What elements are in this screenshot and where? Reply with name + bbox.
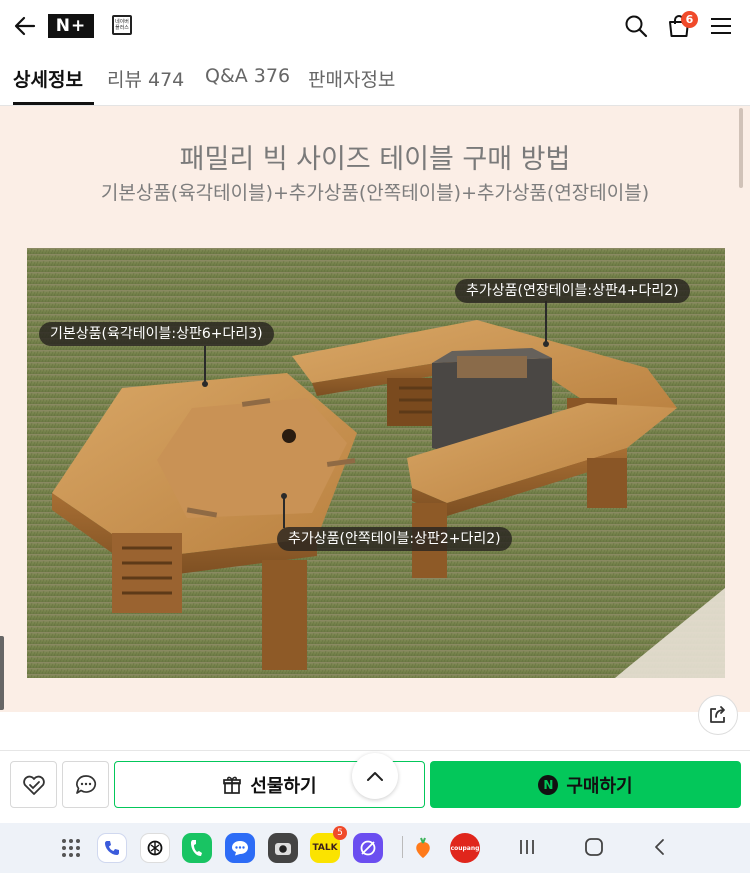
- internet-app-icon[interactable]: [353, 833, 383, 863]
- buy-button-label: 구매하기: [566, 775, 633, 797]
- brand-label: N+: [55, 16, 87, 36]
- detail-title: 패밀리 빅 사이즈 테이블 구매 방법: [179, 144, 571, 175]
- label-extension-table: 추가상품(연장테이블:상판4+다리2): [455, 279, 690, 303]
- call-app-icon[interactable]: [182, 833, 212, 863]
- label-base-table: 기본상품(육각테이블:상판6+다리3): [39, 322, 274, 346]
- gift-icon: [223, 776, 242, 794]
- share-button[interactable]: [698, 695, 738, 735]
- dock-divider: [402, 836, 403, 858]
- tab-reviews[interactable]: 리뷰 474: [107, 65, 184, 92]
- wishlist-button[interactable]: [10, 761, 57, 808]
- edge-panel-handle[interactable]: [0, 636, 4, 710]
- content-bottom-spacer: [0, 712, 750, 750]
- app-drawer-icon[interactable]: [60, 837, 82, 859]
- store-icon[interactable]: 네이버 플러스: [112, 15, 132, 35]
- carrot-market-app-icon[interactable]: [408, 833, 438, 863]
- gift-button-label: 선물하기: [250, 775, 317, 797]
- cart-count-badge: 6: [681, 11, 698, 28]
- kakaotalk-badge: 5: [333, 826, 347, 840]
- active-tab-indicator: [13, 102, 94, 105]
- buy-button[interactable]: N 구매하기: [430, 761, 741, 808]
- tab-detail[interactable]: 상세정보: [13, 65, 83, 92]
- chevron-up-icon: [367, 772, 383, 781]
- nav-back-icon[interactable]: [649, 836, 671, 858]
- tab-qna[interactable]: Q&A 376: [205, 65, 290, 87]
- chat-button[interactable]: [62, 761, 109, 808]
- top-bar: N+ 네이버 플러스 6: [0, 0, 750, 52]
- naverpay-n-icon: N: [538, 774, 559, 795]
- heart-check-icon: [22, 775, 45, 795]
- coupang-app-icon[interactable]: coupang: [450, 833, 480, 863]
- phone-app-icon[interactable]: [97, 833, 127, 863]
- recent-apps-icon[interactable]: [516, 836, 538, 858]
- menu-icon[interactable]: [710, 16, 732, 36]
- label-inner-table: 추가상품(안쪽테이블:상판2+다리2): [277, 527, 512, 551]
- share-icon: [710, 706, 725, 723]
- product-photo: 추가상품(연장테이블:상판4+다리2) 기본상품(육각테이블:상판6+다리3) …: [27, 248, 725, 678]
- table-illustration: [27, 248, 725, 678]
- scroll-to-top-button[interactable]: [352, 753, 398, 799]
- home-icon[interactable]: [583, 836, 605, 858]
- messages-app-icon[interactable]: [225, 833, 255, 863]
- search-icon[interactable]: [624, 14, 648, 38]
- chat-bubble-icon: [75, 774, 96, 794]
- naver-plus-logo[interactable]: N+: [48, 14, 94, 38]
- back-arrow-icon[interactable]: [12, 13, 38, 39]
- chatgpt-app-icon[interactable]: [140, 833, 170, 863]
- detail-tabs: 상세정보 리뷰 474 Q&A 376 판매자정보: [0, 52, 750, 106]
- tab-seller-info[interactable]: 판매자정보: [308, 65, 395, 92]
- camera-app-icon[interactable]: [268, 833, 298, 863]
- detail-subtitle: 기본상품(육각테이블)+추가상품(안쪽테이블)+추가상품(연장테이블): [100, 182, 650, 204]
